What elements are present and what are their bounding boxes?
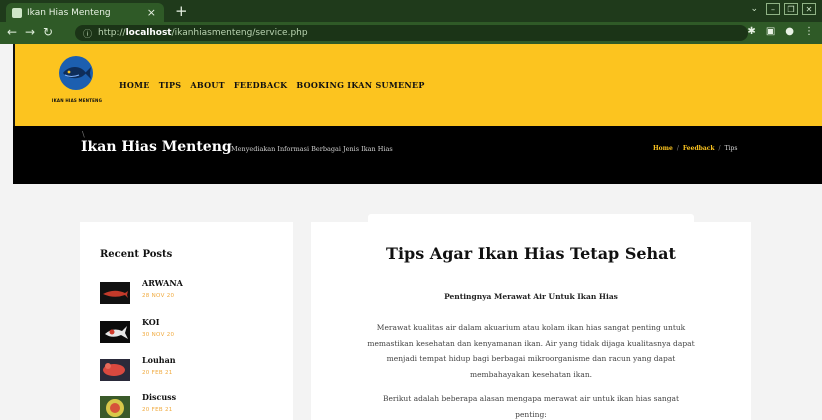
window-controls: ⌄ – ❐ ✕	[750, 3, 816, 15]
breadcrumb-separator: /	[676, 145, 679, 152]
recent-post-item[interactable]: Louhan 20 FEB 21	[100, 355, 280, 385]
extension-icons: ✱ ▣ ● ⋮	[747, 26, 814, 37]
article-paragraph: Berikut adalah beberapa alasan mengapa m…	[382, 394, 680, 419]
article-card: Tips Agar Ikan Hias Tetap Sehat Pentingn…	[311, 222, 751, 420]
recent-post-item[interactable]: ARWANA 28 NOV 20	[100, 278, 280, 308]
sidebar-title: Recent Posts	[100, 249, 173, 260]
url-text: http://localhost/ikanhiasmenteng/service…	[98, 28, 308, 38]
nav-booking[interactable]: BOOKING IKAN SUMENEP	[296, 80, 424, 90]
address-toolbar: ← → ↻ ⓘ http://localhost/ikanhiasmenteng…	[0, 22, 822, 44]
close-tab-icon[interactable]: ×	[147, 6, 156, 19]
post-title[interactable]: Louhan	[142, 355, 176, 365]
post-date: 28 NOV 20	[142, 293, 175, 299]
post-date: 20 FEB 21	[142, 370, 173, 376]
post-thumbnail[interactable]	[100, 282, 130, 304]
nav-feedback[interactable]: FEEDBACK	[234, 80, 288, 90]
breadcrumb-separator: /	[718, 145, 721, 152]
extension-puzzle-icon[interactable]: ✱	[747, 26, 755, 37]
site-logo[interactable]: IKAN HIAS MENTENG	[47, 54, 107, 114]
article-subtitle: Pentingnya Merawat Air Untuk Ikan Hias	[444, 292, 618, 301]
site-header: IKAN HIAS MENTENG HOME TIPS ABOUT FEEDBA…	[13, 44, 822, 126]
restore-icon[interactable]: ❐	[784, 3, 798, 15]
breadcrumb-current: Tips	[724, 145, 738, 152]
logo-text: IKAN HIAS MENTENG	[51, 98, 103, 103]
favicon-icon	[12, 7, 22, 18]
close-window-icon[interactable]: ✕	[802, 3, 816, 15]
post-title[interactable]: KOI	[142, 317, 159, 327]
forward-arrow-icon[interactable]: →	[25, 25, 35, 39]
recent-post-item[interactable]: Discuss 20 FEB 21	[100, 392, 280, 420]
address-bar[interactable]: ⓘ http://localhost/ikanhiasmenteng/servi…	[75, 25, 748, 41]
minimize-icon[interactable]: –	[766, 3, 780, 15]
back-arrow-icon[interactable]: ←	[7, 25, 17, 39]
article-paragraph: Merawat kualitas air dalam akuarium atau…	[367, 323, 695, 379]
page-title: Ikan Hias Menteng	[81, 139, 232, 155]
tab-search-chevron-icon[interactable]: ⌄	[750, 4, 758, 14]
page-tagline: Menyediakan Informasi Berbagai Jenis Ika…	[231, 145, 393, 153]
recent-posts-sidebar: Recent Posts ARWANA 28 NOV 20 KOI 30 NOV…	[80, 222, 293, 420]
post-date: 30 NOV 20	[142, 332, 175, 338]
nav-home[interactable]: HOME	[119, 80, 150, 90]
post-title[interactable]: Discuss	[142, 392, 176, 402]
profile-avatar-icon[interactable]: ●	[785, 26, 794, 37]
fish-logo-icon	[63, 67, 91, 79]
browser-tab[interactable]: Ikan Hias Menteng ×	[6, 3, 164, 22]
article-title: Tips Agar Ikan Hias Tetap Sehat	[386, 244, 676, 263]
sidepanel-icon[interactable]: ▣	[766, 26, 775, 37]
reload-icon[interactable]: ↻	[43, 25, 53, 39]
main-nav: HOME TIPS ABOUT FEEDBACK BOOKING IKAN SU…	[119, 80, 425, 90]
browser-tab-bar: Ikan Hias Menteng × + ⌄ – ❐ ✕	[0, 0, 822, 22]
post-thumbnail[interactable]	[100, 396, 130, 418]
recent-post-item[interactable]: KOI 30 NOV 20	[100, 317, 280, 347]
post-date: 20 FEB 21	[142, 407, 173, 413]
nav-tips[interactable]: TIPS	[159, 80, 182, 90]
post-thumbnail[interactable]	[100, 359, 130, 381]
new-tab-icon[interactable]: +	[175, 2, 188, 20]
decorative-slash: \	[82, 130, 85, 139]
post-title[interactable]: ARWANA	[142, 278, 183, 288]
breadcrumb: Home / Feedback / Tips	[653, 145, 737, 152]
breadcrumb-home[interactable]: Home	[653, 145, 673, 152]
breadcrumb-feedback[interactable]: Feedback	[683, 145, 715, 152]
menu-dots-icon[interactable]: ⋮	[804, 26, 814, 37]
info-icon[interactable]: ⓘ	[83, 27, 92, 40]
post-thumbnail[interactable]	[100, 321, 130, 343]
page-title-strip: \ Ikan Hias Menteng Menyediakan Informas…	[13, 126, 822, 184]
tab-title: Ikan Hias Menteng	[27, 7, 111, 18]
nav-about[interactable]: ABOUT	[190, 80, 225, 90]
